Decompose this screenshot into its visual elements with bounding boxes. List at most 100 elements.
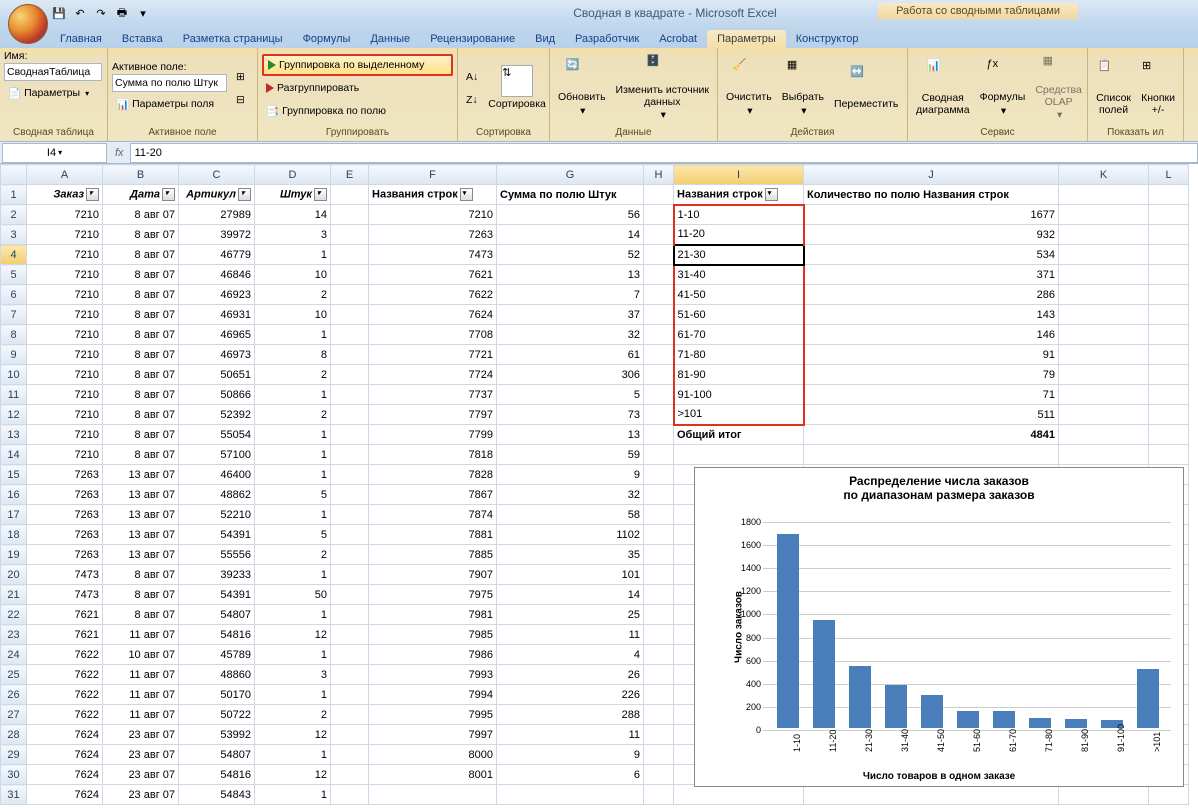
- row-header[interactable]: 8: [1, 325, 27, 345]
- tab-разметка страницы[interactable]: Разметка страницы: [173, 30, 293, 48]
- cell[interactable]: 8 авг 07: [103, 205, 179, 225]
- cell[interactable]: [644, 745, 674, 765]
- cell[interactable]: 1: [255, 425, 331, 445]
- cell[interactable]: [644, 605, 674, 625]
- cell[interactable]: 8 авг 07: [103, 365, 179, 385]
- cell[interactable]: 13: [497, 265, 644, 285]
- cell[interactable]: [644, 485, 674, 505]
- cell[interactable]: 8 авг 07: [103, 605, 179, 625]
- cell[interactable]: 50722: [179, 705, 255, 725]
- col-header-I[interactable]: I: [674, 165, 804, 185]
- cell[interactable]: 27989: [179, 205, 255, 225]
- cell[interactable]: [644, 625, 674, 645]
- cell[interactable]: 52210: [179, 505, 255, 525]
- cell[interactable]: [644, 365, 674, 385]
- cell[interactable]: 59: [497, 445, 644, 465]
- cell[interactable]: 7624: [369, 305, 497, 325]
- cell[interactable]: 45789: [179, 645, 255, 665]
- cell[interactable]: 8 авг 07: [103, 585, 179, 605]
- row-header[interactable]: 4: [1, 245, 27, 265]
- tab-конструктор[interactable]: Конструктор: [786, 30, 869, 48]
- cell[interactable]: 23 авг 07: [103, 745, 179, 765]
- cell[interactable]: [644, 645, 674, 665]
- cell[interactable]: 7210: [27, 205, 103, 225]
- cell[interactable]: 50170: [179, 685, 255, 705]
- cell[interactable]: 7473: [369, 245, 497, 265]
- cell[interactable]: 23 авг 07: [103, 785, 179, 805]
- cell[interactable]: [331, 465, 369, 485]
- cell[interactable]: 13 авг 07: [103, 485, 179, 505]
- sort-desc-icon[interactable]: Z↓: [462, 89, 482, 111]
- cell[interactable]: 1: [255, 745, 331, 765]
- tab-вид[interactable]: Вид: [525, 30, 565, 48]
- cell[interactable]: 54816: [179, 765, 255, 785]
- cell[interactable]: 7622: [27, 665, 103, 685]
- cell[interactable]: 1: [255, 685, 331, 705]
- cell[interactable]: 1: [255, 445, 331, 465]
- row-header[interactable]: 13: [1, 425, 27, 445]
- ungroup-button[interactable]: Разгруппировать: [262, 77, 453, 99]
- cell[interactable]: [804, 445, 1059, 465]
- cell[interactable]: [644, 225, 674, 245]
- cell[interactable]: [1059, 305, 1149, 325]
- cell[interactable]: 46973: [179, 345, 255, 365]
- row-header[interactable]: 25: [1, 665, 27, 685]
- cell[interactable]: [644, 785, 674, 805]
- cell[interactable]: [644, 765, 674, 785]
- cell[interactable]: 7881: [369, 525, 497, 545]
- cell[interactable]: 2: [255, 705, 331, 725]
- cell[interactable]: [1149, 425, 1189, 445]
- cell[interactable]: [1059, 425, 1149, 445]
- cell[interactable]: [644, 205, 674, 225]
- cell[interactable]: 1: [255, 505, 331, 525]
- undo-icon[interactable]: ↶: [71, 4, 89, 22]
- cell[interactable]: [1149, 405, 1189, 425]
- cell[interactable]: [1149, 285, 1189, 305]
- expand-field-icon[interactable]: ⊞: [232, 66, 249, 88]
- cell[interactable]: 7818: [369, 445, 497, 465]
- cell[interactable]: [1149, 185, 1189, 205]
- cell[interactable]: [644, 265, 674, 285]
- cell[interactable]: 53992: [179, 725, 255, 745]
- buttons-toggle[interactable]: ⊞Кнопки +/-: [1137, 52, 1179, 124]
- cell[interactable]: 371: [804, 265, 1059, 285]
- active-field-input[interactable]: [112, 74, 227, 92]
- cell[interactable]: 54807: [179, 745, 255, 765]
- cell[interactable]: 7724: [369, 365, 497, 385]
- tab-разработчик[interactable]: Разработчик: [565, 30, 649, 48]
- cell[interactable]: >101: [674, 405, 804, 425]
- cell[interactable]: [1149, 245, 1189, 265]
- save-icon[interactable]: 💾: [50, 4, 68, 22]
- tab-acrobat[interactable]: Acrobat: [649, 30, 707, 48]
- worksheet[interactable]: ABCDEFGHIJKL 1ЗаказДатаАртикулШтукНазван…: [0, 164, 1198, 811]
- cell[interactable]: [1059, 785, 1149, 805]
- cell[interactable]: [331, 305, 369, 325]
- cell[interactable]: [674, 445, 804, 465]
- pt-name-input[interactable]: [4, 63, 102, 81]
- cell[interactable]: [1059, 185, 1149, 205]
- cell[interactable]: 2: [255, 365, 331, 385]
- cell[interactable]: 932: [804, 225, 1059, 245]
- cell[interactable]: 46400: [179, 465, 255, 485]
- cell[interactable]: 7994: [369, 685, 497, 705]
- cell[interactable]: 55054: [179, 425, 255, 445]
- cell[interactable]: 7986: [369, 645, 497, 665]
- cell[interactable]: 11 авг 07: [103, 665, 179, 685]
- cell[interactable]: 81-90: [674, 365, 804, 385]
- col-header-H[interactable]: H: [644, 165, 674, 185]
- filter-icon[interactable]: [238, 188, 251, 201]
- cell[interactable]: 61-70: [674, 325, 804, 345]
- cell[interactable]: 8001: [369, 765, 497, 785]
- col-header-C[interactable]: C: [179, 165, 255, 185]
- cell[interactable]: [331, 405, 369, 425]
- row-header[interactable]: 5: [1, 265, 27, 285]
- cell[interactable]: 32: [497, 485, 644, 505]
- cell[interactable]: 11: [497, 625, 644, 645]
- cell[interactable]: 8: [255, 345, 331, 365]
- cell[interactable]: 8 авг 07: [103, 385, 179, 405]
- cell[interactable]: 4841: [804, 425, 1059, 445]
- cell[interactable]: 8 авг 07: [103, 325, 179, 345]
- cell[interactable]: 2: [255, 545, 331, 565]
- cell[interactable]: 1: [255, 645, 331, 665]
- cell[interactable]: 534: [804, 245, 1059, 265]
